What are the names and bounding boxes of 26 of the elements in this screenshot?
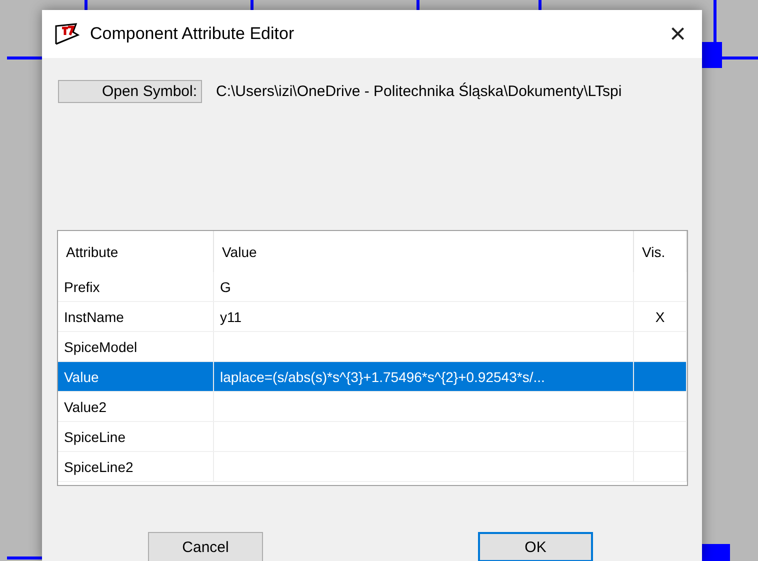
- column-header[interactable]: Value: [214, 231, 634, 272]
- table-cell[interactable]: InstName: [58, 302, 214, 332]
- table-cell[interactable]: [634, 362, 687, 392]
- table-cell[interactable]: SpiceLine: [58, 422, 214, 452]
- symbol-path: C:\Users\izi\OneDrive - Politechnika Śląska\Dokumenty\LTspi: [216, 83, 622, 100]
- column-header[interactable]: Vis.: [634, 231, 687, 272]
- table-cell[interactable]: [634, 452, 687, 482]
- table-cell[interactable]: [214, 392, 634, 422]
- open-symbol-button[interactable]: Open Symbol:: [58, 80, 202, 103]
- table-cell[interactable]: Value: [58, 362, 214, 392]
- table-cell[interactable]: [634, 422, 687, 452]
- table-cell[interactable]: SpiceLine2: [58, 452, 214, 482]
- table-cell[interactable]: X: [634, 302, 687, 332]
- column-header[interactable]: Attribute: [58, 231, 214, 272]
- table-cell[interactable]: y11: [214, 302, 634, 332]
- table-cell[interactable]: [634, 272, 687, 302]
- close-icon[interactable]: ×: [664, 20, 692, 48]
- table-cell[interactable]: Value2: [58, 392, 214, 422]
- table-cell[interactable]: laplace=(s/abs(s)*s^{3}+1.75496*s^{2}+0.92543*s/...: [214, 362, 634, 392]
- table-cell[interactable]: [634, 392, 687, 422]
- app-logo-icon: [54, 23, 80, 45]
- table-cell[interactable]: G: [214, 272, 634, 302]
- dialog-button[interactable]: Cancel: [148, 532, 263, 561]
- dialog-button[interactable]: OK: [478, 532, 593, 561]
- window-title: Component Attribute Editor: [90, 24, 296, 44]
- table-cell[interactable]: Prefix: [58, 272, 214, 302]
